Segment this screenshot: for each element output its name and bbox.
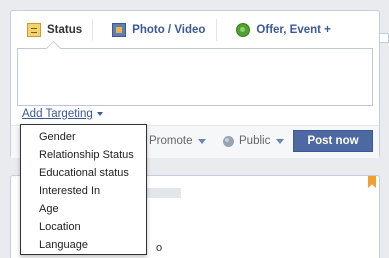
offer-icon	[236, 23, 251, 37]
menu-item-location[interactable]: Location	[21, 218, 146, 236]
photo-video-icon	[112, 23, 127, 37]
menu-item-educational-status[interactable]: Educational status	[21, 164, 146, 182]
privacy-selector[interactable]: Public	[223, 135, 285, 147]
add-targeting-label: Add Targeting	[22, 108, 93, 120]
tab-offer-event-label: Offer, Event +	[256, 24, 331, 36]
tab-offer-event[interactable]: Offer, Event +	[216, 19, 331, 41]
chevron-down-icon	[198, 138, 207, 144]
tab-status-label: Status	[47, 24, 83, 36]
menu-item-interested-in[interactable]: Interested In	[21, 182, 146, 200]
promote-dropdown[interactable]: Promote	[149, 135, 207, 147]
add-targeting-link[interactable]: Add Targeting	[22, 108, 103, 120]
tab-photo-video[interactable]: Photo / Video	[92, 19, 216, 41]
targeting-menu: Gender Relationship Status Educational s…	[20, 124, 147, 255]
composer-tabs: Status Photo / Video Offer, Event +	[11, 11, 379, 49]
menu-item-language[interactable]: Language	[21, 236, 146, 254]
feed-partial-text: o	[156, 242, 163, 254]
status-input[interactable]	[17, 48, 373, 106]
menu-item-relationship-status[interactable]: Relationship Status	[21, 146, 146, 164]
collapse-handle[interactable]	[380, 33, 389, 43]
globe-icon	[223, 135, 234, 147]
post-now-button[interactable]: Post now	[293, 130, 373, 152]
chevron-down-icon	[276, 138, 285, 144]
bookmark-icon[interactable]	[368, 176, 376, 188]
tab-photo-video-label: Photo / Video	[132, 24, 206, 36]
chevron-down-icon	[96, 112, 103, 116]
menu-item-age[interactable]: Age	[21, 200, 146, 218]
menu-item-gender[interactable]: Gender	[21, 128, 146, 146]
status-icon	[27, 23, 41, 37]
privacy-label: Public	[239, 135, 271, 147]
promote-label: Promote	[149, 135, 193, 147]
